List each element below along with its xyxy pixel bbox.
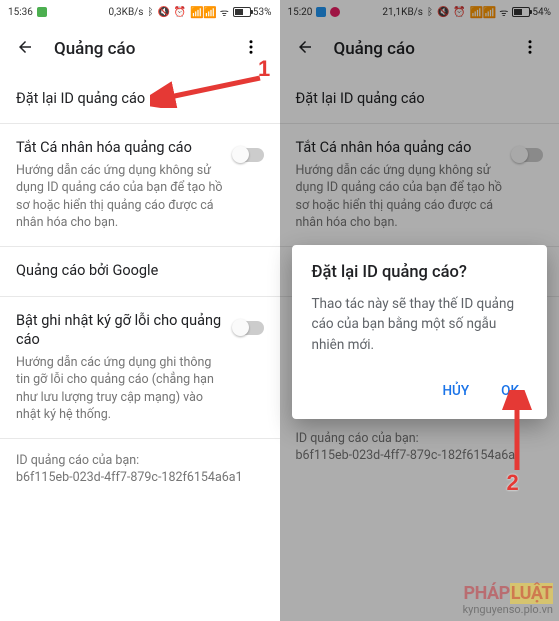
status-time: 15:36 bbox=[8, 7, 33, 18]
app-badge-icon bbox=[37, 7, 47, 17]
ad-id-label: ID quảng cáo của bạn: bbox=[16, 453, 264, 468]
back-button[interactable] bbox=[10, 32, 40, 66]
dialog-title: Đặt lại ID quảng cáo? bbox=[312, 263, 528, 282]
dialog-actions: HỦY OK bbox=[312, 371, 528, 411]
annotation-number-2: 2 bbox=[507, 470, 519, 496]
ads-by-google-row[interactable]: Quảng cáo bởi Google bbox=[0, 247, 280, 297]
reset-confirm-dialog: Đặt lại ID quảng cáo? Thao tác này sẽ th… bbox=[292, 245, 548, 419]
debug-logging-row[interactable]: Bật ghi nhật ký gỡ lỗi cho quảng cáo Hướ… bbox=[0, 297, 280, 439]
signal-icon: 📶📶 bbox=[190, 6, 215, 19]
opt-out-switch[interactable] bbox=[234, 148, 264, 162]
wifi-icon: ᯤ bbox=[220, 5, 229, 19]
screenshot-right: 15:20 21,1KB/s ᛒ 🔇 ⏰ 📶📶 ᯤ 54% Quảng cáo bbox=[280, 0, 559, 621]
page-title: Quảng cáo bbox=[54, 39, 232, 59]
status-bar: 15:36 0,3KB/s ᛒ 🔇 ⏰ 📶📶 ᯤ 53% bbox=[0, 0, 280, 24]
mute-icon: 🔇 bbox=[157, 7, 169, 18]
reset-ad-id-row[interactable]: Đặt lại ID quảng cáo bbox=[0, 74, 280, 124]
screenshot-left: 15:36 0,3KB/s ᛒ 🔇 ⏰ 📶📶 ᯤ 53% Quảng cáo Đ… bbox=[0, 0, 280, 621]
opt-out-title: Tắt Cá nhân hóa quảng cáo bbox=[16, 138, 228, 158]
dialog-cancel-button[interactable]: HỦY bbox=[438, 377, 473, 405]
debug-desc: Hướng dẫn các ứng dụng ghi thông tin gỡ … bbox=[16, 354, 228, 424]
more-vert-icon bbox=[242, 38, 260, 56]
opt-out-desc: Hướng dẫn các ứng dụng không sử dụng ID … bbox=[16, 162, 228, 232]
dialog-message: Thao tác này sẽ thay thế ID quảng cáo củ… bbox=[312, 294, 528, 355]
watermark-site: kynguyenso.plo.vn bbox=[463, 604, 553, 615]
watermark: PHÁPLUẬT kynguyenso.plo.vn bbox=[463, 585, 553, 615]
bluetooth-icon: ᛒ bbox=[147, 7, 153, 18]
status-data-rate: 0,3KB/s bbox=[108, 7, 143, 18]
alarm-icon: ⏰ bbox=[174, 7, 186, 18]
battery-indicator: 53% bbox=[233, 7, 272, 18]
app-bar: Quảng cáo bbox=[0, 24, 280, 74]
opt-out-row[interactable]: Tắt Cá nhân hóa quảng cáo Hướng dẫn các … bbox=[0, 124, 280, 247]
reset-ad-id-label: Đặt lại ID quảng cáo bbox=[16, 89, 264, 109]
ad-id-block: ID quảng cáo của bạn: b6f115eb-023d-4ff7… bbox=[0, 439, 280, 499]
ads-by-google-label: Quảng cáo bởi Google bbox=[16, 261, 264, 281]
debug-title: Bật ghi nhật ký gỡ lỗi cho quảng cáo bbox=[16, 311, 228, 350]
settings-list: Đặt lại ID quảng cáo Tắt Cá nhân hóa quả… bbox=[0, 74, 280, 621]
dialog-ok-button[interactable]: OK bbox=[497, 377, 523, 405]
ad-id-value: b6f115eb-023d-4ff7-879c-182f6154a6a1 bbox=[16, 470, 264, 485]
debug-switch[interactable] bbox=[234, 321, 264, 335]
annotation-number-1: 1 bbox=[258, 56, 270, 82]
back-arrow-icon bbox=[16, 38, 34, 56]
